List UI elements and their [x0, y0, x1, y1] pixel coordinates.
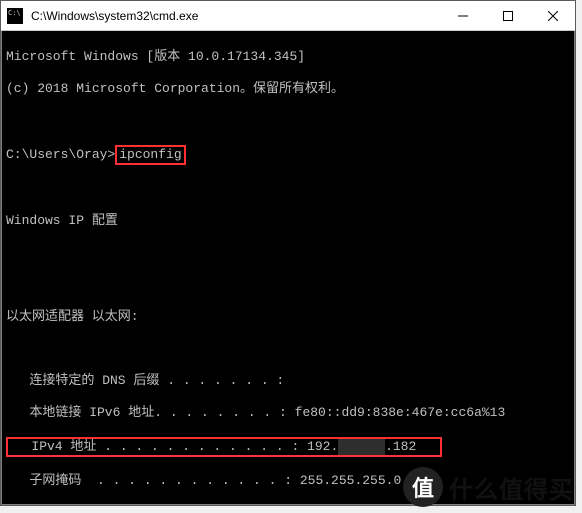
subnet-row: 子网掩码 . . . . . . . . . . . . : 255.255.2… [6, 473, 570, 489]
blank-line [6, 181, 570, 197]
ipv6-label: 本地链接 IPv6 地址. . . . . . . . : [6, 405, 295, 420]
ipv6-row: 本地链接 IPv6 地址. . . . . . . . : fe80::dd9:… [6, 405, 570, 421]
dns-suffix-row: 连接特定的 DNS 后缀 . . . . . . . : [6, 373, 570, 389]
close-icon [548, 11, 558, 21]
maximize-icon [503, 11, 513, 21]
ipv4-value-a: 192. [307, 439, 338, 454]
titlebar[interactable]: C:\Windows\system32\cmd.exe [1, 1, 575, 31]
cmd-icon [7, 8, 23, 24]
ipv6-value: fe80::dd9:838e:467e:cc6a%13 [295, 405, 506, 420]
ipv4-redacted: xxx.xx [338, 439, 385, 455]
copyright-line: (c) 2018 Microsoft Corporation。保留所有权利。 [6, 81, 570, 97]
terminal-area[interactable]: Microsoft Windows [版本 10.0.17134.345] (c… [1, 31, 575, 505]
cmd-window: C:\Windows\system32\cmd.exe Microsoft Wi… [0, 0, 576, 506]
command-text: ipconfig [119, 147, 181, 162]
blank-line [6, 277, 570, 293]
adapter-heading: 以太网适配器 以太网: [6, 309, 570, 325]
ipconfig-heading: Windows IP 配置 [6, 213, 570, 229]
blank-line [6, 245, 570, 261]
subnet-value: 255.255.255.0 [300, 473, 401, 488]
minimize-icon [458, 11, 468, 21]
command-highlight: ipconfig [115, 145, 185, 165]
prompt-line: C:\Users\Oray> ipconfig [6, 145, 570, 165]
ipv4-label: IPv4 地址 . . . . . . . . . . . . : [8, 439, 307, 454]
blank-line [6, 341, 570, 357]
ipv4-highlight: IPv4 地址 . . . . . . . . . . . . : 192.xx… [6, 437, 442, 457]
prompt-text: C:\Users\Oray> [6, 147, 115, 162]
ipv4-value-b: .182 [385, 439, 416, 454]
window-title: C:\Windows\system32\cmd.exe [29, 9, 440, 23]
ipv4-row: IPv4 地址 . . . . . . . . . . . . : 192.xx… [6, 437, 570, 457]
close-button[interactable] [530, 1, 575, 30]
subnet-label: 子网掩码 . . . . . . . . . . . . : [6, 473, 300, 488]
banner-line: Microsoft Windows [版本 10.0.17134.345] [6, 49, 570, 65]
blank-line [6, 113, 570, 129]
minimize-button[interactable] [440, 1, 485, 30]
window-controls [440, 1, 575, 30]
maximize-button[interactable] [485, 1, 530, 30]
